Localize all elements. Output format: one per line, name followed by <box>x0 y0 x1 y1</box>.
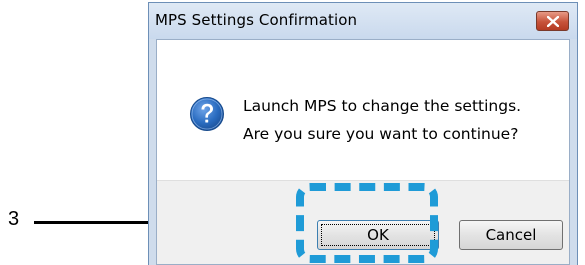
callout-number: 3 <box>8 208 20 230</box>
close-icon <box>547 16 559 27</box>
cancel-button[interactable]: Cancel <box>459 220 563 250</box>
close-button[interactable] <box>536 11 569 31</box>
message-line-1: Launch MPS to change the settings. <box>243 97 522 115</box>
dialog-title: MPS Settings Confirmation <box>155 11 358 29</box>
dialog-titlebar: MPS Settings Confirmation <box>149 3 577 39</box>
ok-button-highlight <box>296 183 438 263</box>
message-area: Launch MPS to change the settings. Are y… <box>157 40 569 180</box>
message-line-2: Are you sure you want to continue? <box>243 125 519 143</box>
dialog-message: Launch MPS to change the settings. Are y… <box>243 92 521 148</box>
question-icon <box>190 97 224 131</box>
